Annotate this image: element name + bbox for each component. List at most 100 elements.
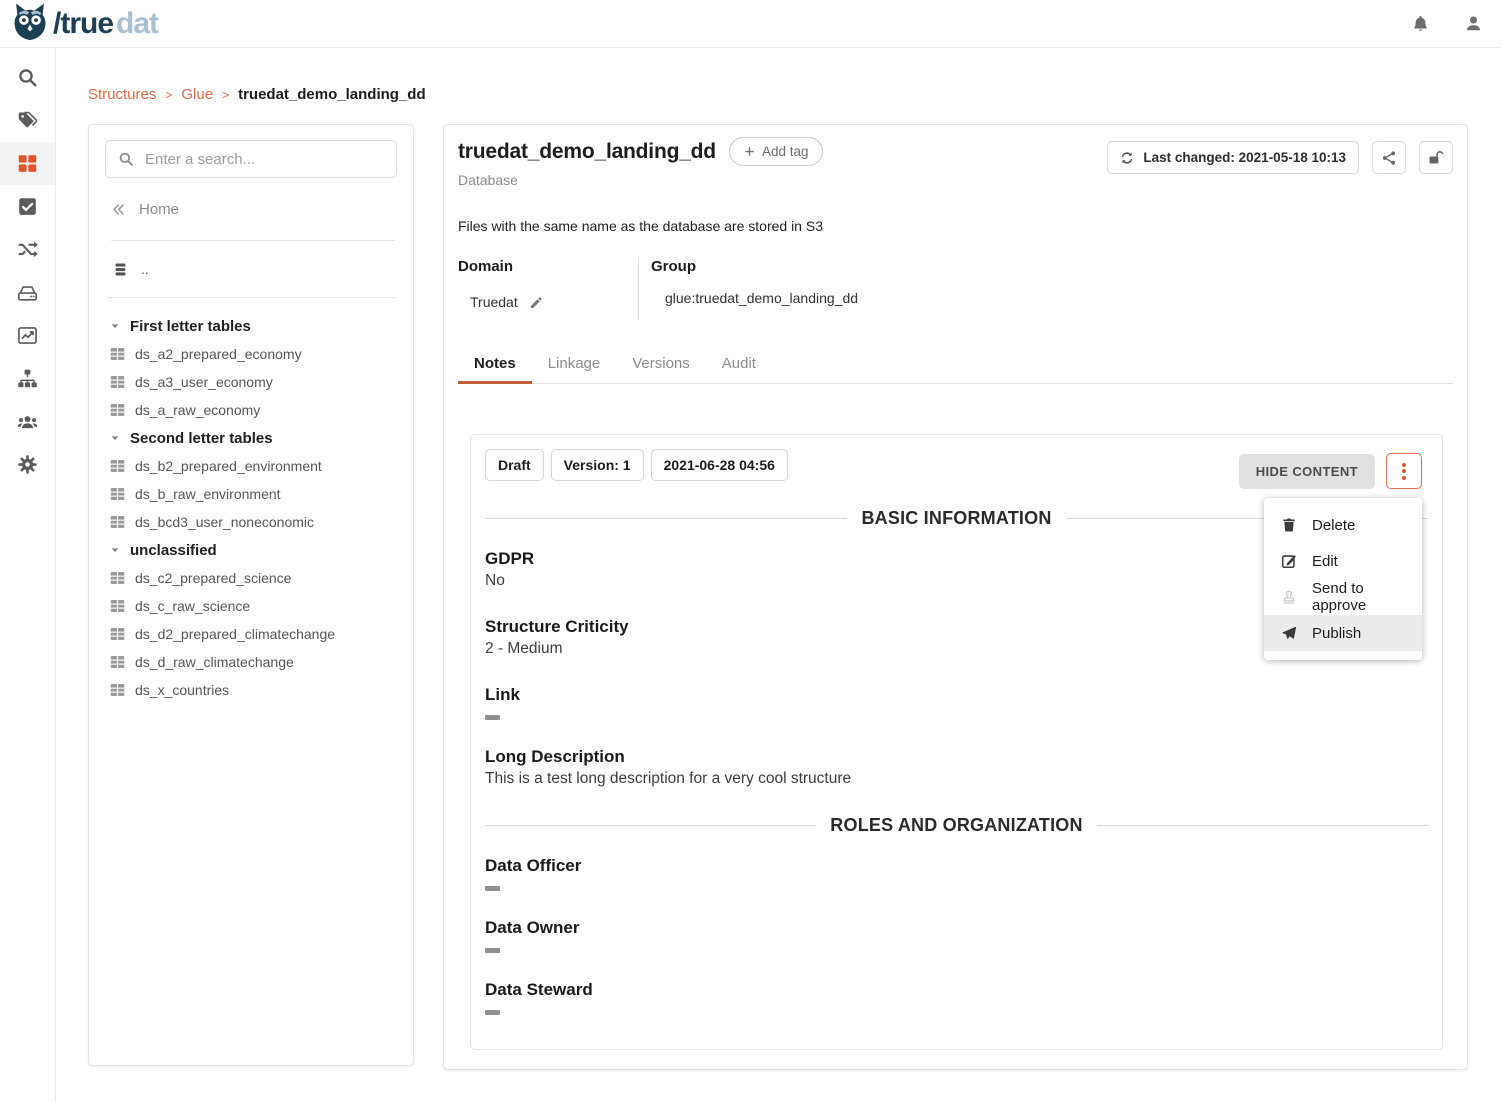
tree-item[interactable]: ds_a3_user_economy — [105, 368, 397, 396]
tree-item-label: ds_c2_prepared_science — [135, 570, 291, 586]
section-heading: ROLES AND ORGANIZATION — [485, 815, 1428, 836]
domain-label: Domain — [458, 258, 638, 275]
tree-group-header[interactable]: Second letter tables — [105, 424, 397, 452]
tree-item[interactable]: ds_d2_prepared_climatechange — [105, 620, 397, 648]
structure-detail-panel: truedat_demo_landing_dd Add tag Database — [443, 124, 1468, 1070]
bell-icon[interactable] — [1411, 14, 1430, 33]
table-icon — [110, 599, 125, 613]
tree-item[interactable]: ds_a2_prepared_economy — [105, 340, 397, 368]
tree-item-label: ds_a2_prepared_economy — [135, 346, 302, 362]
tree-item[interactable]: ds_bcd3_user_noneconomic — [105, 508, 397, 536]
user-icon[interactable] — [1464, 14, 1483, 33]
hide-content-button[interactable]: HIDE CONTENT — [1239, 454, 1375, 489]
rail-item-dashboards[interactable] — [0, 314, 55, 357]
caret-down-icon — [110, 433, 120, 443]
tree-item-label: ds_a_raw_economy — [135, 402, 260, 418]
tree-item[interactable]: ds_c_raw_science — [105, 592, 397, 620]
section-title: BASIC INFORMATION — [861, 508, 1051, 529]
tree-item-label: ds_d2_prepared_climatechange — [135, 626, 335, 642]
check-square-icon — [17, 196, 38, 217]
group-label: Group — [651, 258, 858, 275]
tree-group-label: unclassified — [130, 542, 217, 559]
rail-item-structures[interactable] — [0, 142, 55, 185]
menu-item-label: Publish — [1312, 625, 1361, 642]
tab-audit[interactable]: Audit — [706, 347, 772, 383]
tree-group-header[interactable]: First letter tables — [105, 312, 397, 340]
table-icon — [110, 347, 125, 361]
tree-item[interactable]: ds_b2_prepared_environment — [105, 452, 397, 480]
add-tag-button[interactable]: Add tag — [729, 137, 824, 166]
breadcrumb-link[interactable]: Glue — [181, 86, 213, 103]
table-icon — [110, 683, 125, 697]
menu-item-send-to-approve[interactable]: Send to approve — [1264, 579, 1422, 615]
rail-item-taxonomy[interactable] — [0, 357, 55, 400]
last-changed-label: Last changed: 2021-05-18 10:13 — [1143, 150, 1346, 165]
note-actions-menu: Delete EditSend to approve Publish — [1264, 498, 1422, 660]
menu-item-delete[interactable]: Delete — [1264, 507, 1422, 543]
note-badge: Version: 1 — [551, 449, 644, 481]
tree-item[interactable]: ds_x_countries — [105, 676, 397, 704]
topbar-actions — [1411, 14, 1487, 33]
rail-item-quality[interactable] — [0, 185, 55, 228]
tags-icon — [17, 110, 38, 131]
tab-notes[interactable]: Notes — [458, 347, 532, 383]
table-icon — [110, 655, 125, 669]
logo-text-primary: /true — [53, 7, 113, 41]
pen-square-icon — [1281, 553, 1297, 569]
kebab-dot — [1402, 476, 1406, 480]
unlock-button[interactable] — [1419, 141, 1453, 174]
note-card: DraftVersion: 12021-06-28 04:56 HIDE CON… — [470, 434, 1443, 1050]
field-label: Long Description — [485, 747, 1428, 767]
menu-item-edit[interactable]: Edit — [1264, 543, 1422, 579]
table-icon — [110, 487, 125, 501]
tree-item[interactable]: ds_c2_prepared_science — [105, 564, 397, 592]
tree-item[interactable]: ds_a_raw_economy — [105, 396, 397, 424]
breadcrumb-link[interactable]: Structures — [88, 86, 156, 103]
tab-linkage[interactable]: Linkage — [532, 347, 617, 383]
domain-value: Truedat — [470, 294, 518, 310]
rail-item-systems[interactable] — [0, 271, 55, 314]
menu-item-label: Send to approve — [1312, 580, 1405, 614]
menu-item-label: Delete — [1312, 517, 1355, 534]
shuffle-icon — [17, 239, 38, 260]
table-icon — [110, 515, 125, 529]
menu-item-publish[interactable]: Publish — [1264, 615, 1422, 651]
breadcrumb-separator: > — [165, 88, 172, 102]
table-icon — [110, 375, 125, 389]
share-button[interactable] — [1372, 141, 1406, 174]
field-label: Data Officer — [485, 856, 1428, 876]
kebab-menu-button[interactable] — [1386, 453, 1422, 489]
tree-search-input[interactable] — [145, 151, 384, 168]
last-changed-button[interactable]: Last changed: 2021-05-18 10:13 — [1107, 141, 1359, 174]
rail-item-search[interactable] — [0, 56, 55, 99]
rail-item-lineage[interactable] — [0, 228, 55, 271]
rail-item-tags[interactable] — [0, 99, 55, 142]
rail-item-settings[interactable] — [0, 443, 55, 486]
owl-logo-icon — [10, 1, 50, 46]
tree-item[interactable]: ds_b_raw_environment — [105, 480, 397, 508]
tree-parent-link[interactable]: .. — [107, 241, 395, 298]
tree-search-box — [105, 140, 397, 178]
tree-item-label: ds_bcd3_user_noneconomic — [135, 514, 314, 530]
caret-down-icon — [110, 321, 120, 331]
tree-group-header[interactable]: unclassified — [105, 536, 397, 564]
rail-item-users[interactable] — [0, 400, 55, 443]
sitemap-icon — [17, 368, 38, 389]
tab-versions[interactable]: Versions — [616, 347, 706, 383]
field-value: This is a test long description for a ve… — [485, 770, 1428, 788]
chevron-double-left-icon — [111, 202, 126, 217]
structure-type-label: Database — [458, 172, 823, 188]
pencil-edit-icon[interactable] — [529, 295, 544, 310]
detail-tabs: NotesLinkageVersionsAudit — [458, 347, 1453, 384]
tree-home-link[interactable]: Home — [111, 201, 395, 241]
tree-item[interactable]: ds_d_raw_climatechange — [105, 648, 397, 676]
field-label: Data Owner — [485, 918, 1428, 938]
empty-value-dash — [485, 948, 500, 953]
topbar: /truedat — [0, 0, 1501, 48]
breadcrumb-current: truedat_demo_landing_dd — [238, 86, 426, 103]
paper-plane-icon — [1281, 625, 1297, 641]
add-tag-label: Add tag — [762, 144, 809, 159]
gear-icon — [17, 454, 38, 475]
app-logo[interactable]: /truedat — [10, 1, 158, 46]
structure-tree-panel: Home .. First letter tables ds_a2_prepare… — [88, 124, 414, 1066]
